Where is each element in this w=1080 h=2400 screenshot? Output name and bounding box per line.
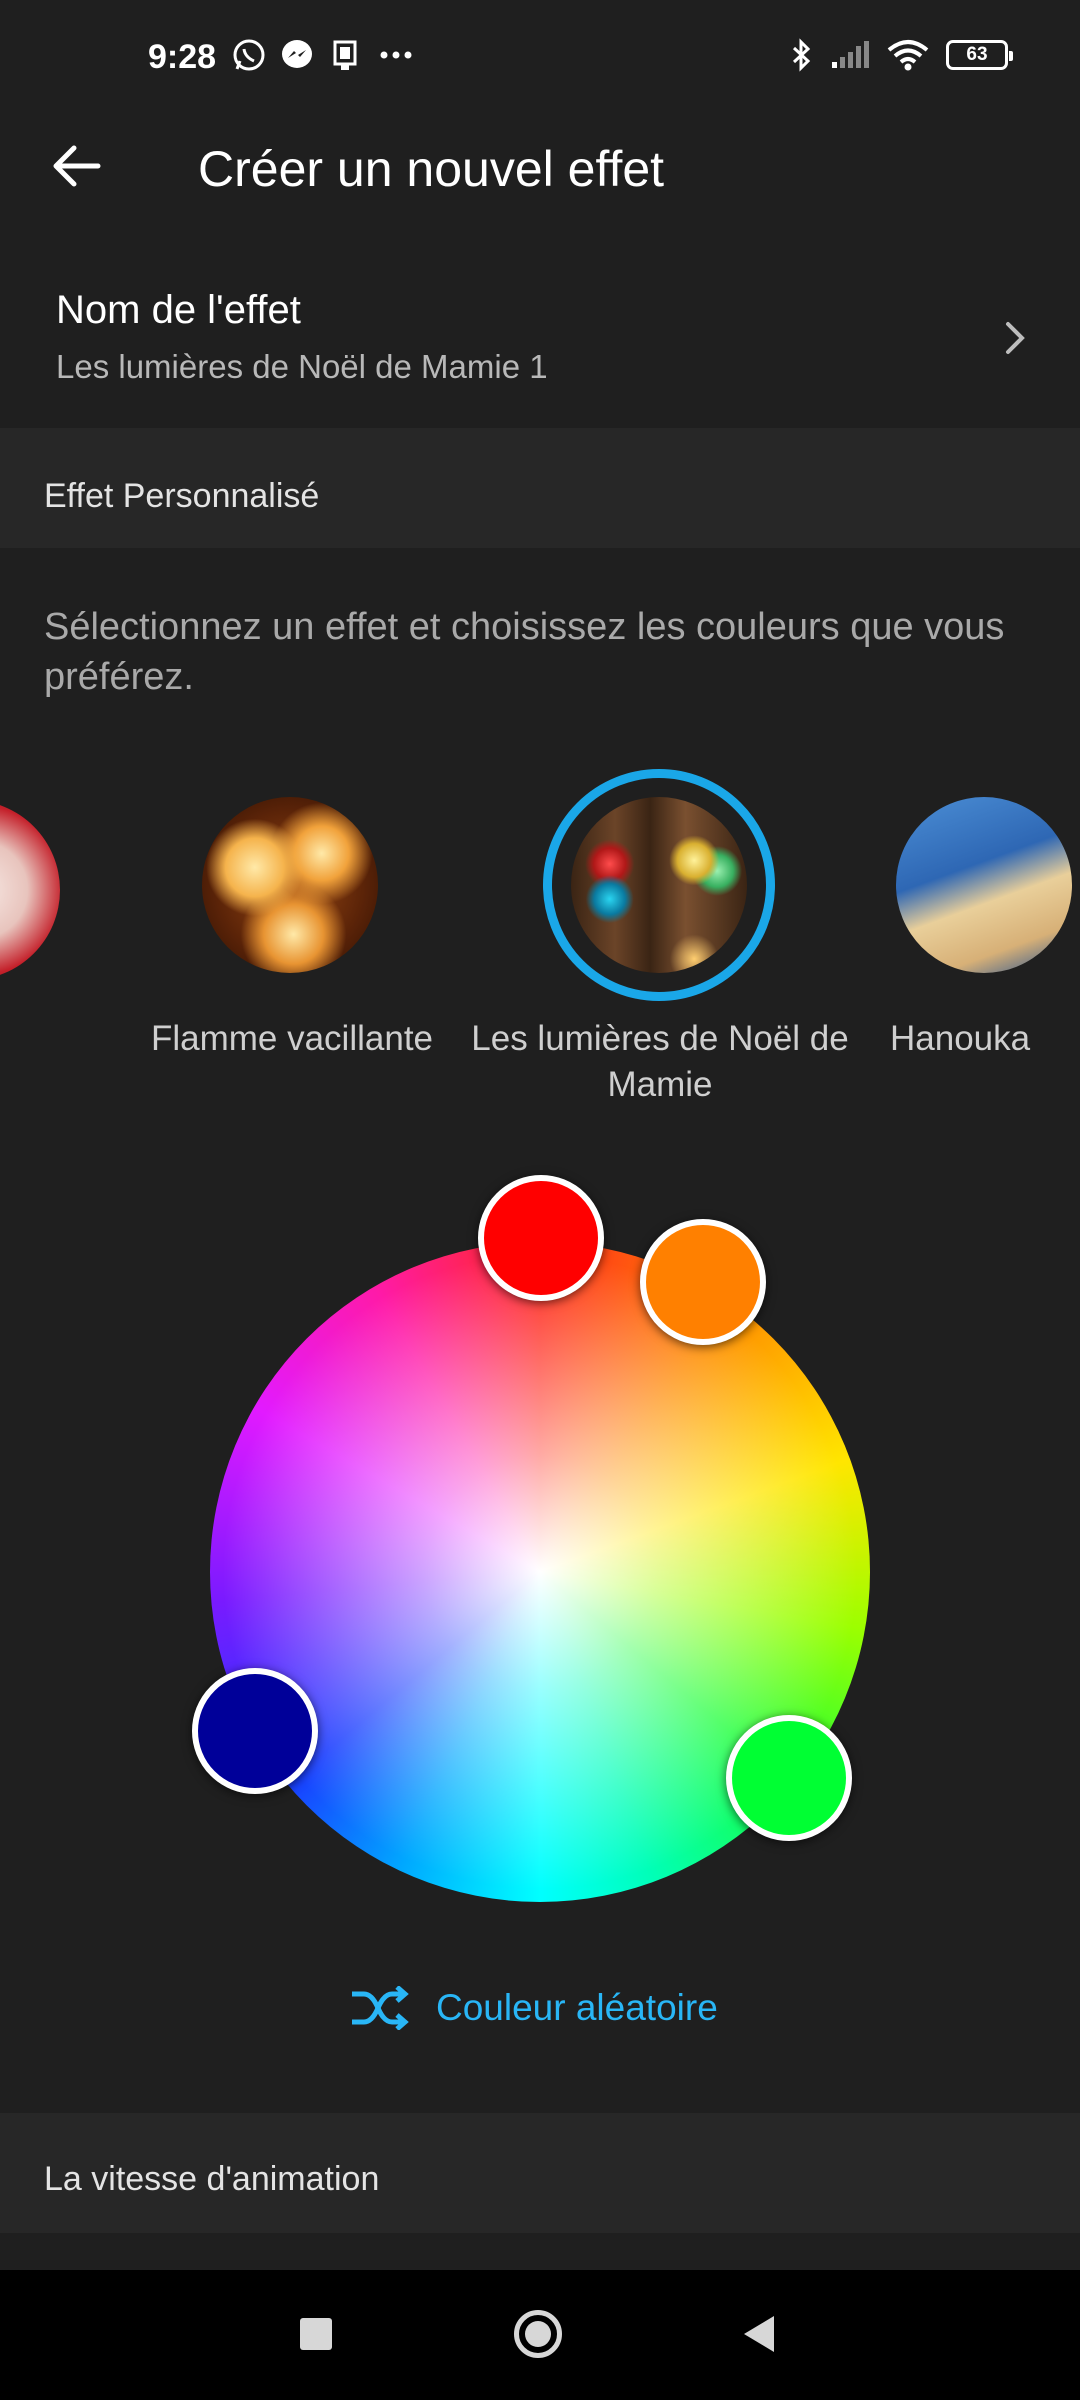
home-circle-icon[interactable]	[514, 2310, 562, 2358]
speed-section-title: La vitesse d'animation	[44, 2160, 380, 2198]
back-button[interactable]	[40, 130, 112, 202]
chevron-right-icon	[998, 318, 1032, 363]
bluetooth-icon	[792, 38, 811, 72]
page-title: Créer un nouvel effet	[198, 141, 665, 197]
effect-name-value: Les lumières de Noël de Mamie 1	[56, 348, 548, 385]
effect-label-lumieres-noel: Les lumières de Noël de Mamie	[471, 1019, 849, 1104]
status-time: 9:28	[148, 38, 217, 76]
effect-thumb-lumieres-noel[interactable]	[571, 797, 747, 973]
color-handle-red[interactable]	[478, 1175, 604, 1301]
wifi-icon	[887, 40, 929, 71]
shuffle-icon	[352, 1986, 409, 2030]
back-triangle-icon[interactable]	[744, 2316, 774, 2352]
random-color-button[interactable]: Couleur aléatoire	[348, 1986, 718, 2030]
color-handle-blue[interactable]	[192, 1668, 318, 1794]
more-dots-icon	[380, 51, 412, 59]
messenger-icon	[282, 40, 312, 68]
signal-icon	[832, 41, 869, 68]
effect-label-hanouka: Hanouka	[890, 1019, 1031, 1058]
effect-name-row[interactable]	[0, 262, 1080, 422]
device-icon	[333, 40, 357, 70]
color-handle-orange[interactable]	[640, 1219, 766, 1345]
status-icons-right: 63	[790, 38, 1013, 72]
status-icons-left	[232, 38, 416, 72]
arrow-left-icon	[53, 145, 101, 187]
effect-thumb-flamme[interactable]	[202, 797, 378, 973]
custom-effect-description: Sélectionnez un effet et choisissez les …	[44, 606, 1005, 698]
effect-thumb-partial[interactable]	[0, 800, 60, 980]
whatsapp-icon	[233, 39, 265, 71]
recents-square-icon[interactable]	[300, 2318, 332, 2350]
effect-thumb-hanouka[interactable]	[896, 797, 1072, 973]
custom-effect-title: Effet Personnalisé	[44, 477, 320, 515]
effect-label-flamme: Flamme vacillante	[150, 1019, 434, 1058]
effect-name-label: Nom de l'effet	[56, 288, 301, 332]
battery-icon: 63	[946, 40, 1013, 70]
color-handle-green[interactable]	[726, 1715, 852, 1841]
random-color-label: Couleur aléatoire	[436, 1987, 718, 2028]
